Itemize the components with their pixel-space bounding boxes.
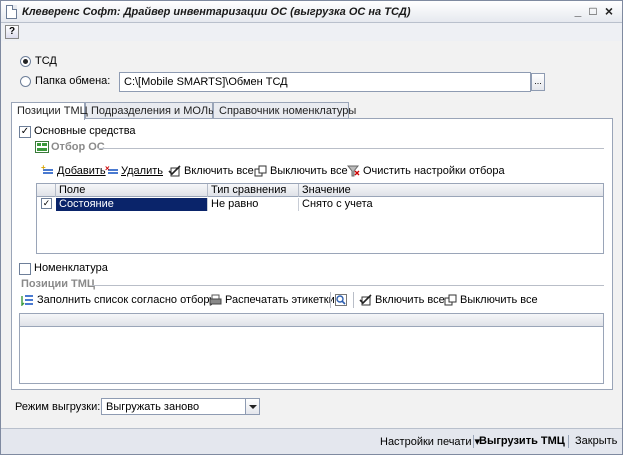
nomenclature-checkbox[interactable] xyxy=(19,263,31,275)
disable-all-label: Выключить все xyxy=(270,165,348,177)
mode-label: Режим выгрузки: xyxy=(15,401,101,413)
printer-icon xyxy=(209,294,222,306)
check-all-icon xyxy=(359,294,372,306)
print-settings-menu[interactable]: Настройки печати ▾ xyxy=(380,435,480,448)
uncheck-all-icon xyxy=(444,294,457,306)
title-bar: Клеверенс Софт: Драйвер инвентаризации О… xyxy=(1,1,622,23)
folder-path-input[interactable]: C:\[Mobile SMARTS]\Обмен ТСД xyxy=(119,72,531,92)
row-checkbox[interactable]: ✓ xyxy=(41,198,52,209)
footer-separator-2 xyxy=(568,435,569,448)
find-button[interactable] xyxy=(335,294,348,306)
add-row-icon: + xyxy=(41,163,54,177)
add-button[interactable]: + Добавить xyxy=(41,163,106,177)
fixed-assets-checkbox[interactable]: ✓ xyxy=(19,126,31,138)
delete-row-icon: × xyxy=(105,164,118,177)
toolbar-separator xyxy=(330,292,331,308)
uncheck-all-icon xyxy=(254,165,267,177)
table-row[interactable]: ✓ Состояние Не равно Снято с учета xyxy=(37,198,603,211)
positions-title: Позиции ТМЦ xyxy=(21,278,95,290)
enable-all-label: Включить все xyxy=(184,165,254,177)
clear-filter-icon xyxy=(346,165,360,177)
minimize-button[interactable]: _ xyxy=(571,4,585,19)
svg-text:+: + xyxy=(41,165,46,172)
tsd-label: ТСД xyxy=(35,55,57,67)
tab-nomenclature-catalog[interactable]: Справочник номенклатуры xyxy=(213,102,356,119)
folder-browse-button[interactable]: ... xyxy=(531,73,545,91)
positions-enable-all-button[interactable]: Включить все xyxy=(359,294,445,306)
filter-table[interactable]: Поле Тип сравнения Значение ✓ Состояние … xyxy=(36,183,604,254)
print-labels-button[interactable]: Распечатать этикетки xyxy=(209,294,335,306)
chevron-down-icon[interactable] xyxy=(245,399,259,414)
folder-radio[interactable] xyxy=(20,76,31,87)
maximize-button[interactable]: □ xyxy=(586,4,600,19)
enable-all-button[interactable]: Включить все xyxy=(168,165,254,177)
help-bar: ? xyxy=(1,23,622,41)
toolbar-separator-2 xyxy=(353,292,354,308)
tab-panel: ✓ Основные средства Отбор ОС + Добавить … xyxy=(11,118,613,390)
positions-table-header xyxy=(20,314,603,327)
positions-disable-all-button[interactable]: Выключить все xyxy=(444,294,538,306)
window-title: Клеверенс Софт: Драйвер инвентаризации О… xyxy=(22,6,411,18)
positions-table[interactable] xyxy=(19,313,604,384)
cell-comparison[interactable]: Не равно xyxy=(208,198,299,211)
column-value[interactable]: Значение xyxy=(299,184,604,197)
filter-divider xyxy=(98,148,604,149)
fixed-assets-label: Основные средства xyxy=(34,125,136,137)
positions-enable-all-label: Включить все xyxy=(375,294,445,306)
mode-value: Выгружать заново xyxy=(106,401,200,413)
tab-tmc-positions[interactable]: Позиции ТМЦ xyxy=(11,102,88,120)
fill-list-label: Заполнить список согласно отбору xyxy=(37,294,215,306)
print-labels-label: Распечатать этикетки xyxy=(225,294,335,306)
clear-filter-label: Очистить настройки отбора xyxy=(363,165,505,177)
tab-departments[interactable]: Подразделения и МОЛы xyxy=(85,102,216,119)
delete-label: Удалить xyxy=(121,165,163,177)
magnifier-icon xyxy=(335,294,348,306)
tsd-radio[interactable] xyxy=(20,56,31,67)
cell-field[interactable]: Состояние xyxy=(56,198,208,211)
filter-table-header: Поле Тип сравнения Значение xyxy=(37,184,603,197)
filter-icon xyxy=(35,141,49,156)
column-field[interactable]: Поле xyxy=(56,184,208,197)
main-window: Клеверенс Софт: Драйвер инвентаризации О… xyxy=(0,0,623,455)
nomenclature-label: Номенклатура xyxy=(34,262,108,274)
check-all-icon xyxy=(168,165,181,177)
disable-all-button[interactable]: Выключить все xyxy=(254,165,348,177)
filter-title: Отбор ОС xyxy=(51,141,105,153)
help-button[interactable]: ? xyxy=(5,25,19,39)
positions-divider xyxy=(92,285,604,286)
header-checkbox-column xyxy=(37,184,56,197)
positions-disable-all-label: Выключить все xyxy=(460,294,538,306)
mode-select[interactable]: Выгружать заново xyxy=(101,398,260,415)
fill-list-button[interactable]: Заполнить список согласно отбору xyxy=(21,294,215,307)
add-label: Добавить xyxy=(57,165,106,177)
clear-filter-button[interactable]: Очистить настройки отбора xyxy=(346,165,505,177)
footer-bar: Настройки печати ▾ Выгрузить ТМЦ Закрыть xyxy=(1,428,622,454)
fill-list-icon xyxy=(21,294,34,307)
cell-value[interactable]: Снято с учета xyxy=(299,198,603,211)
folder-label: Папка обмена: xyxy=(35,75,111,87)
delete-button[interactable]: × Удалить xyxy=(105,164,163,177)
svg-text:×: × xyxy=(105,165,110,173)
close-window-button[interactable]: × xyxy=(602,4,616,19)
upload-tmc-button[interactable]: Выгрузить ТМЦ xyxy=(479,435,565,447)
close-button[interactable]: Закрыть xyxy=(575,435,617,447)
footer-separator xyxy=(473,435,474,448)
document-icon xyxy=(6,5,17,19)
column-comparison[interactable]: Тип сравнения xyxy=(208,184,299,197)
